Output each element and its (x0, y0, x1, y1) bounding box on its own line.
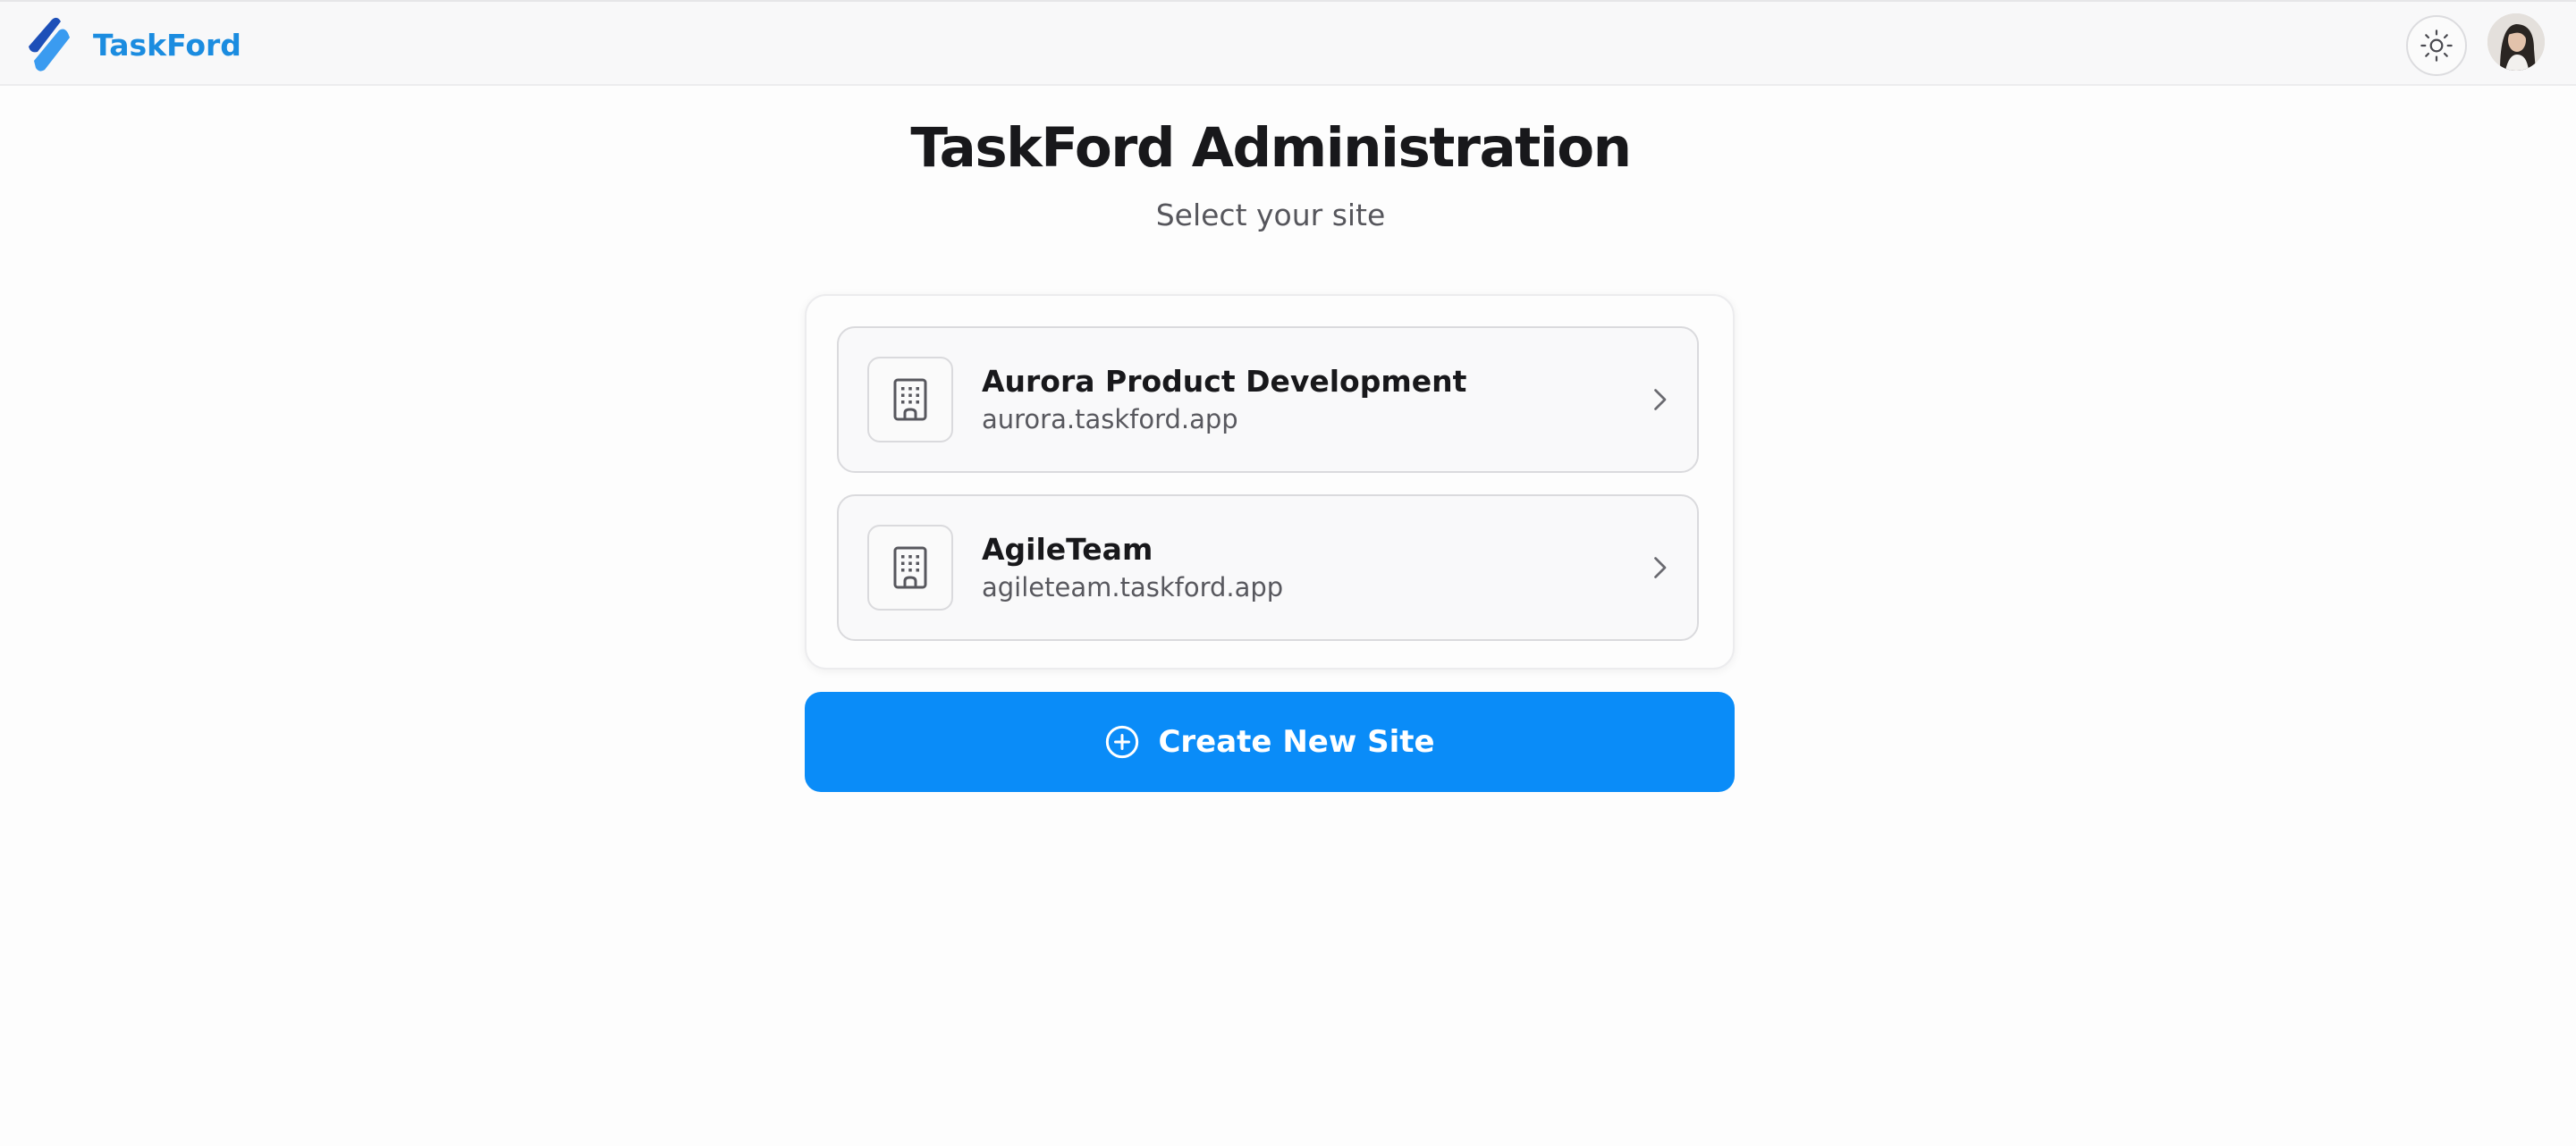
user-avatar[interactable] (2487, 13, 2545, 71)
site-icon-container (867, 525, 953, 611)
site-domain: aurora.taskford.app (982, 404, 1238, 434)
plus-circle-icon (1106, 725, 1139, 759)
site-name: Aurora Product Development (982, 364, 1467, 399)
site-item-agileteam[interactable]: AgileTeam agileteam.taskford.app (837, 494, 1699, 641)
create-new-site-button[interactable]: Create New Site (805, 692, 1735, 792)
site-icon-container (867, 357, 953, 442)
page-subtitle: Select your site (1155, 198, 1386, 232)
site-item-aurora[interactable]: Aurora Product Development aurora.taskfo… (837, 326, 1699, 473)
building-icon (893, 546, 927, 589)
theme-toggle-button[interactable] (2406, 15, 2467, 76)
site-list-panel: Aurora Product Development aurora.taskfo… (805, 294, 1735, 670)
site-name: AgileTeam (982, 532, 1153, 567)
page-title: TaskFord Administration (910, 116, 1632, 180)
avatar-image (2487, 13, 2545, 71)
brand-home-link[interactable]: TaskFord (25, 16, 241, 73)
building-icon (893, 378, 927, 421)
sun-icon (2420, 29, 2453, 62)
site-domain: agileteam.taskford.app (982, 572, 1284, 602)
top-navigation-bar: TaskFord (0, 0, 2576, 86)
chevron-right-icon (1643, 383, 1676, 416)
taskford-logo-icon (29, 17, 70, 72)
chevron-right-icon (1643, 552, 1676, 584)
create-new-site-label: Create New Site (1158, 724, 1435, 760)
brand-name: TaskFord (93, 27, 241, 63)
